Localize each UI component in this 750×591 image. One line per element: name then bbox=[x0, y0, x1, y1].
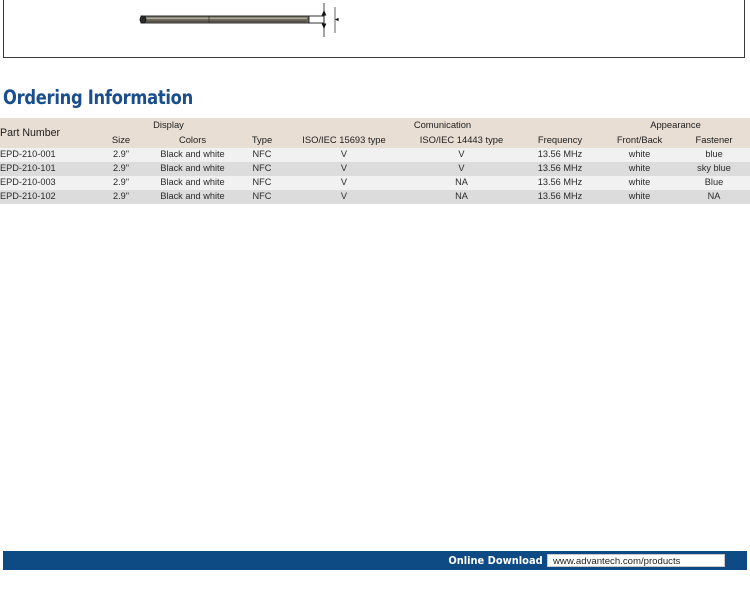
cell-type: NFC bbox=[240, 176, 284, 190]
cell-fastener: blue bbox=[678, 148, 750, 162]
cell-frequency: 13.56 MHz bbox=[519, 162, 601, 176]
cell-iso-14443: NA bbox=[404, 190, 519, 204]
cell-iso-15693: V bbox=[284, 148, 404, 162]
column-header-size: Size bbox=[97, 131, 145, 148]
cell-colors: Black and white bbox=[145, 148, 240, 162]
table-body: EPD-210-001 2.9" Black and white NFC V V… bbox=[0, 148, 750, 204]
cell-iso-14443: V bbox=[404, 162, 519, 176]
ordering-information-table: Part Number Display Comunication Appeara… bbox=[0, 118, 750, 204]
cell-front-back: white bbox=[601, 176, 678, 190]
epd-panel-profile bbox=[139, 15, 325, 24]
online-download-label: Online Download bbox=[447, 554, 543, 567]
column-header-part-number: Part Number bbox=[0, 118, 97, 148]
cell-type: NFC bbox=[240, 190, 284, 204]
cell-iso-14443: NA bbox=[404, 176, 519, 190]
cell-type: NFC bbox=[240, 148, 284, 162]
download-url-field[interactable]: www.advantech.com/products bbox=[547, 554, 725, 567]
cell-iso-15693: V bbox=[284, 162, 404, 176]
table-row: EPD-210-101 2.9" Black and white NFC V V… bbox=[0, 162, 750, 176]
table-row: EPD-210-003 2.9" Black and white NFC V N… bbox=[0, 176, 750, 190]
column-group-header-appearance: Appearance bbox=[601, 118, 750, 131]
column-group-header-comunication: Comunication bbox=[284, 118, 601, 131]
column-header-fastener: Fastener bbox=[678, 131, 750, 148]
cell-colors: Black and white bbox=[145, 162, 240, 176]
technical-drawing-frame bbox=[3, 0, 745, 58]
cell-fastener: NA bbox=[678, 190, 750, 204]
cell-part-number: EPD-210-101 bbox=[0, 162, 97, 176]
cell-iso-15693: V bbox=[284, 190, 404, 204]
table-header: Part Number Display Comunication Appeara… bbox=[0, 118, 750, 148]
cell-part-number: EPD-210-102 bbox=[0, 190, 97, 204]
column-group-header-display: Display bbox=[97, 118, 240, 131]
cell-front-back: white bbox=[601, 162, 678, 176]
table-row: EPD-210-001 2.9" Black and white NFC V V… bbox=[0, 148, 750, 162]
cell-iso-15693: V bbox=[284, 176, 404, 190]
cell-front-back: white bbox=[601, 148, 678, 162]
column-header-colors: Colors bbox=[145, 131, 240, 148]
cell-iso-14443: V bbox=[404, 148, 519, 162]
column-header-type: Type bbox=[240, 131, 284, 148]
cell-fastener: sky blue bbox=[678, 162, 750, 176]
cell-size: 2.9" bbox=[97, 176, 145, 190]
cell-size: 2.9" bbox=[97, 148, 145, 162]
footer-bar: Online Download www.advantech.com/produc… bbox=[3, 551, 747, 570]
table-sub-header-row: Size Colors Type ISO/IEC 15693 type ISO/… bbox=[0, 131, 750, 148]
cell-front-back: white bbox=[601, 190, 678, 204]
table-row: EPD-210-102 2.9" Black and white NFC V N… bbox=[0, 190, 750, 204]
column-header-frequency: Frequency bbox=[519, 131, 601, 148]
side-view-dimension-drawing bbox=[139, 3, 339, 37]
page-title: Ordering Information bbox=[3, 86, 193, 109]
cell-colors: Black and white bbox=[145, 190, 240, 204]
cell-part-number: EPD-210-003 bbox=[0, 176, 97, 190]
column-header-iso-15693: ISO/IEC 15693 type bbox=[284, 131, 404, 148]
column-header-iso-14443: ISO/IEC 14443 type bbox=[404, 131, 519, 148]
cell-frequency: 13.56 MHz bbox=[519, 190, 601, 204]
dimension-extension-lines bbox=[323, 3, 336, 37]
online-download-group: Online Download www.advantech.com/produc… bbox=[442, 551, 725, 570]
cell-size: 2.9" bbox=[97, 162, 145, 176]
column-header-front-back: Front/Back bbox=[601, 131, 678, 148]
cell-colors: Black and white bbox=[145, 176, 240, 190]
column-group-header-blank bbox=[240, 118, 284, 131]
cell-type: NFC bbox=[240, 162, 284, 176]
cell-frequency: 13.56 MHz bbox=[519, 148, 601, 162]
cell-part-number: EPD-210-001 bbox=[0, 148, 97, 162]
cell-size: 2.9" bbox=[97, 190, 145, 204]
cell-frequency: 13.56 MHz bbox=[519, 176, 601, 190]
table-group-header-row: Part Number Display Comunication Appeara… bbox=[0, 118, 750, 148]
cell-fastener: Blue bbox=[678, 176, 750, 190]
